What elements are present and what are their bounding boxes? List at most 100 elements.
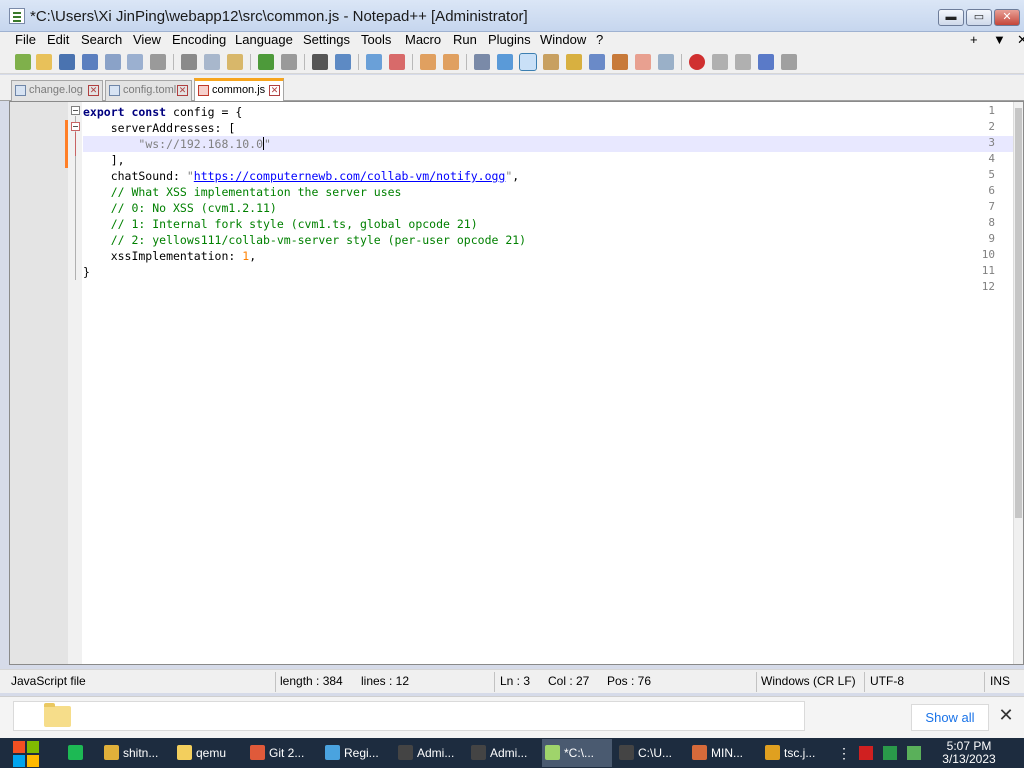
sync-vertical-icon[interactable] bbox=[420, 54, 436, 70]
menu-settings[interactable]: Settings bbox=[303, 32, 350, 50]
menu-help[interactable]: ? bbox=[596, 32, 603, 50]
vertical-scrollbar[interactable] bbox=[1013, 102, 1023, 664]
tab-close-icon[interactable]: ✕ bbox=[177, 85, 188, 96]
tab-config-toml[interactable]: config.toml ✕ bbox=[105, 80, 192, 101]
maximize-button[interactable]: ▭ bbox=[966, 9, 992, 26]
menu-view[interactable]: View bbox=[133, 32, 161, 50]
print-icon[interactable] bbox=[150, 54, 166, 70]
code-line[interactable]: ], bbox=[83, 152, 125, 168]
save-icon[interactable] bbox=[59, 54, 75, 70]
download-item[interactable] bbox=[13, 701, 805, 731]
zoom-out-icon[interactable] bbox=[389, 54, 405, 70]
taskbar-app-button[interactable]: shitn... bbox=[101, 739, 163, 767]
zoom-in-icon[interactable] bbox=[366, 54, 382, 70]
status-encoding[interactable]: UTF-8 bbox=[870, 674, 904, 688]
status-insert-mode[interactable]: INS bbox=[990, 674, 1010, 688]
run-macro-multiple-icon[interactable] bbox=[758, 54, 774, 70]
code-line[interactable]: xssImplementation: 1, bbox=[83, 248, 256, 264]
folder-as-workspace-icon[interactable] bbox=[635, 54, 651, 70]
document-map-icon[interactable] bbox=[566, 54, 582, 70]
close-window-button[interactable]: ✕ bbox=[994, 9, 1020, 26]
sync-horizontal-icon[interactable] bbox=[443, 54, 459, 70]
tab-common-js[interactable]: common.js ✕ bbox=[194, 78, 284, 101]
user-defined-language-icon[interactable] bbox=[543, 54, 559, 70]
taskbar-app-button[interactable]: Admi... bbox=[468, 739, 536, 767]
show-all-characters-icon[interactable] bbox=[497, 54, 513, 70]
open-file-icon[interactable] bbox=[36, 54, 52, 70]
taskbar-app-button[interactable]: C:\U... bbox=[616, 739, 682, 767]
system-clock[interactable]: 5:07 PM 3/13/2023 bbox=[940, 740, 998, 766]
new-file-icon[interactable] bbox=[15, 54, 31, 70]
stop-recording-icon[interactable] bbox=[712, 54, 728, 70]
paste-icon[interactable] bbox=[227, 54, 243, 70]
copy-icon[interactable] bbox=[204, 54, 220, 70]
menu-tools[interactable]: Tools bbox=[361, 32, 391, 50]
scrollbar-thumb[interactable] bbox=[1015, 108, 1022, 518]
menu-plugins[interactable]: Plugins bbox=[488, 32, 531, 50]
indent-guide-icon[interactable] bbox=[519, 53, 537, 71]
code-line[interactable]: "ws://192.168.10.0" bbox=[83, 136, 271, 152]
network-icon[interactable] bbox=[883, 746, 897, 760]
tab-list-dropdown-icon[interactable]: ▼ bbox=[993, 32, 1006, 48]
undo-icon[interactable] bbox=[258, 54, 274, 70]
status-eol-format[interactable]: Windows (CR LF) bbox=[761, 674, 856, 688]
code-line[interactable]: // 1: Internal fork style (cvm1.ts, glob… bbox=[83, 216, 478, 232]
code-line[interactable]: } bbox=[83, 264, 90, 280]
taskbar-app-button[interactable]: MIN... bbox=[689, 739, 757, 767]
start-button[interactable] bbox=[11, 739, 41, 767]
code-editor[interactable]: 1 2 3 4 5 6 7 8 9 10 11 12 export const config = { … bbox=[9, 101, 1024, 665]
fold-toggle-icon[interactable] bbox=[71, 106, 80, 115]
taskbar-app-button[interactable]: Git 2... bbox=[247, 739, 315, 767]
taskbar-app-button[interactable] bbox=[65, 739, 95, 767]
code-line[interactable]: serverAddresses: [ bbox=[83, 120, 236, 136]
code-line[interactable]: chatSound: "https://computernewb.com/col… bbox=[83, 168, 520, 184]
volume-icon[interactable] bbox=[907, 746, 921, 760]
line-number-margin[interactable] bbox=[10, 102, 68, 664]
menu-run[interactable]: Run bbox=[453, 32, 477, 50]
taskbar-app-button[interactable]: *C:\... bbox=[542, 739, 612, 767]
tab-close-icon[interactable]: ✕ bbox=[269, 85, 280, 96]
close-file-icon[interactable] bbox=[105, 54, 121, 70]
close-all-icon[interactable] bbox=[127, 54, 143, 70]
close-document-icon[interactable]: ✕ bbox=[1017, 32, 1024, 48]
monitoring-icon[interactable] bbox=[658, 54, 674, 70]
record-macro-icon[interactable] bbox=[689, 54, 705, 70]
flag-icon[interactable] bbox=[859, 746, 873, 760]
playback-macro-icon[interactable] bbox=[735, 54, 751, 70]
fold-toggle-icon[interactable] bbox=[71, 122, 80, 131]
document-list-icon[interactable] bbox=[589, 54, 605, 70]
code-line[interactable]: // 0: No XSS (cvm1.2.11) bbox=[83, 200, 277, 216]
tab-close-icon[interactable]: ✕ bbox=[88, 85, 99, 96]
redo-icon[interactable] bbox=[281, 54, 297, 70]
taskbar-app-button[interactable]: Regi... bbox=[322, 739, 388, 767]
notepad-app-icon[interactable] bbox=[9, 8, 25, 24]
more-icon[interactable]: ⋮ bbox=[837, 746, 851, 760]
add-tab-icon[interactable]: + bbox=[970, 32, 978, 48]
find-icon[interactable] bbox=[312, 54, 328, 70]
menu-encoding[interactable]: Encoding bbox=[172, 32, 226, 50]
taskbar-app-button[interactable]: qemu bbox=[174, 739, 234, 767]
code-line[interactable]: // 2: yellows111/collab-vm-server style … bbox=[83, 232, 526, 248]
code-area[interactable]: export const config = { serverAddresses:… bbox=[83, 102, 1013, 664]
menu-file[interactable]: File bbox=[15, 32, 36, 50]
menu-edit[interactable]: Edit bbox=[47, 32, 69, 50]
close-download-bar-icon[interactable]: ✕ bbox=[997, 704, 1015, 728]
function-list-icon[interactable] bbox=[612, 54, 628, 70]
menu-macro[interactable]: Macro bbox=[405, 32, 441, 50]
minimize-button[interactable]: ▬ bbox=[938, 9, 964, 26]
code-line[interactable]: // What XSS implementation the server us… bbox=[83, 184, 402, 200]
menu-language[interactable]: Language bbox=[235, 32, 293, 50]
title-bar[interactable]: *C:\Users\Xi JinPing\webapp12\src\common… bbox=[0, 0, 1024, 32]
menu-search[interactable]: Search bbox=[81, 32, 122, 50]
save-macro-icon[interactable] bbox=[781, 54, 797, 70]
menu-window[interactable]: Window bbox=[540, 32, 586, 50]
code-line[interactable]: export const config = { bbox=[83, 104, 242, 120]
taskbar-app-button[interactable]: tsc.j... bbox=[762, 739, 832, 767]
show-all-button[interactable]: Show all bbox=[911, 704, 989, 731]
code-link[interactable]: https://computernewb.com/collab-vm/notif… bbox=[194, 169, 506, 183]
tab-change-log[interactable]: change.log ✕ bbox=[11, 80, 103, 101]
word-wrap-icon[interactable] bbox=[474, 54, 490, 70]
cut-icon[interactable] bbox=[181, 54, 197, 70]
taskbar-app-button[interactable]: Admi... bbox=[395, 739, 463, 767]
replace-icon[interactable] bbox=[335, 54, 351, 70]
